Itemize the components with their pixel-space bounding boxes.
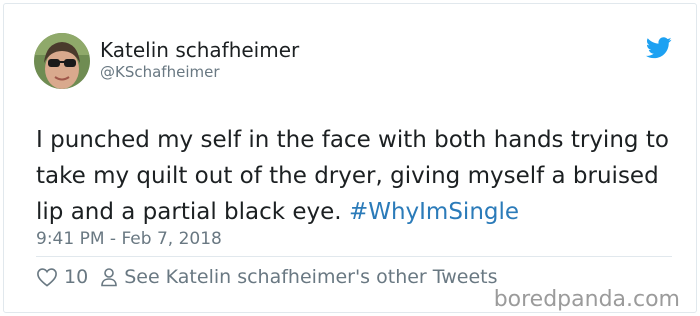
tweet-actions: 10 See Katelin schafheimer's other Tweet…	[36, 263, 498, 291]
divider	[36, 256, 672, 257]
heart-icon[interactable]	[36, 267, 58, 287]
tweet-text: I punched my self in the face with both …	[36, 122, 676, 230]
other-tweets-link[interactable]: See Katelin schafheimer's other Tweets	[124, 266, 497, 288]
twitter-bird-icon[interactable]	[646, 37, 672, 59]
person-icon	[101, 268, 117, 287]
like-count: 10	[64, 266, 89, 288]
user-handle[interactable]: @KSchafheimer	[100, 63, 220, 81]
display-name[interactable]: Katelin schafheimer	[100, 38, 299, 62]
tweet-card: Katelin schafheimer @KSchafheimer I punc…	[3, 3, 697, 313]
tweet-timestamp[interactable]: 9:41 PM - Feb 7, 2018	[36, 229, 222, 249]
avatar[interactable]	[34, 33, 90, 89]
hashtag-link[interactable]: #WhyImSingle	[349, 199, 519, 225]
watermark: boredpanda.com	[493, 287, 680, 312]
